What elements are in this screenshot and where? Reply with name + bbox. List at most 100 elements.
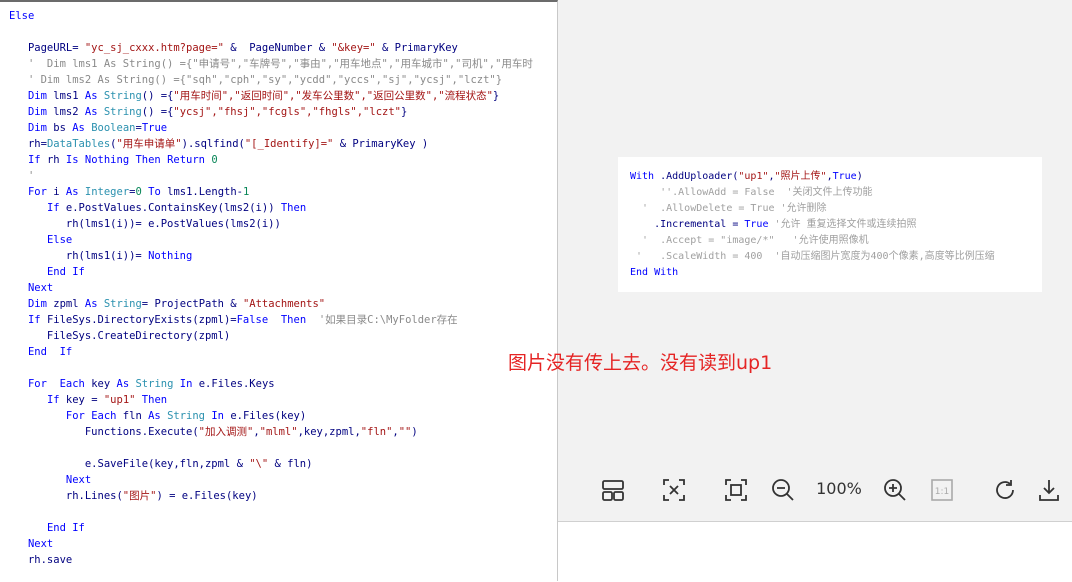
code-token: rh.save [9,554,73,566]
code-token: End If [46,266,85,278]
code-token: fln [116,410,149,422]
code-token: True [141,122,168,134]
code-line: For Each fln As String In e.Files(key) [9,408,557,424]
code-token: Each [59,378,85,390]
code-line: If rh Is Nothing Then Return 0 [9,152,557,168]
code-token: ' [9,170,35,182]
code-token: End If [27,346,73,358]
code-token: lms2 [46,106,85,118]
code-token: & PrimaryKey ) [333,138,429,150]
layout-toggle-button[interactable] [598,475,628,505]
zoom-level: 100% [816,479,862,498]
code-line: If FileSys.DirectoryExists(zpml)=False T… [9,312,557,328]
code-editor-panel: Else PageURL= "yc_sj_cxxx.htm?page=" & P… [0,0,558,581]
code-token: To [148,186,161,198]
code-token: If [27,314,41,326]
code-token: e.Files.Keys [192,378,275,390]
snippet-line: ' .Accept = "image/*" '允许使用照像机 [630,233,1042,249]
code-token: Next [65,474,92,486]
code-token: ).sqlfind( [181,138,245,150]
code-line: Dim lms1 As String() ={"用车时间","返回时间","发车… [9,88,557,104]
code-token: "up1" [103,394,136,406]
code-token: Functions.Execute( [9,426,199,438]
code-token: ,key,zpml, [297,426,361,438]
code-token: rh(lms1(i))= e.PostValues(lms2(i)) [9,218,281,230]
rotate-icon [996,480,1014,499]
code-line: End If [9,264,557,280]
code-line: End If [9,344,557,360]
code-line: If e.PostValues.ContainsKey(lms2(i)) The… [9,200,557,216]
layout-icon [602,480,624,501]
code-line: FileSys.CreateDirectory(zpml) [9,328,557,344]
code-token: Nothing [148,250,193,262]
zoom-out-button[interactable] [768,475,798,505]
code-token: ' Dim lms1 As String() ={"申请号","车牌号","事由… [9,58,533,70]
code-line: Next [9,536,557,552]
code-token: Dim [27,106,47,118]
code-token: zpml [46,298,85,310]
code-line: rh.save [9,552,557,568]
code-line: Else [9,232,557,248]
snippet-line: .Incremental = True '允许 重复选择文件或连续拍照 [630,217,1042,233]
code-token: If [46,202,60,214]
code-token: ' Dim lms2 As String() ={"sqh","cph","sy… [9,74,503,86]
snippet-line: ' .AllowDelete = True '允许删除 [630,201,1042,217]
code-token: & PageNumber & [223,42,332,54]
svg-text:1:1: 1:1 [935,487,949,497]
code-line: rh(lms1(i))= Nothing [9,248,557,264]
code-token: As [116,378,130,390]
code-token: As [84,90,98,102]
code-token: String [103,298,142,310]
snippet-code-listing: With .AddUploader("up1","照片上传",True) ''.… [630,169,1042,281]
snippet-token: '允许 重复选择文件或连续拍照 [774,219,917,230]
code-token: rh= [9,138,47,150]
code-token: key [84,378,117,390]
actual-size-button[interactable]: 1:1 [927,475,957,505]
code-token: String [135,378,174,390]
code-token: As [65,186,79,198]
code-token: If [27,154,41,166]
code-line: PageURL= "yc_sj_cxxx.htm?page=" & PageNu… [9,40,557,56]
code-token: "加入调测" [198,426,254,438]
code-token: Dim [27,90,47,102]
snippet-token: ' .ScaleWidth = 400 '自动压缩图片宽度为400个像素,高度等… [630,251,995,262]
snippet-token: "up1" [738,171,769,182]
code-token: () ={ [141,106,174,118]
rotate-button[interactable] [990,475,1020,505]
code-line: Dim lms2 As String() ={"ycsj","fhsj","fc… [9,104,557,120]
zoom-in-button[interactable] [880,475,910,505]
snippet-token: End With [630,267,679,278]
fit-window-button[interactable] [659,475,689,505]
code-token: rh [40,154,66,166]
viewer-bottom-strip [558,521,1072,582]
code-token: String [103,106,142,118]
code-line: Else [9,8,557,24]
code-snippet-image: With .AddUploader("up1","照片上传",True) ''.… [618,157,1042,292]
code-token: "用车时间","返回时间","发车公里数","返回公里数","流程状态" [173,90,493,102]
snippet-token: ) [856,171,863,182]
code-token: "mlml" [259,426,298,438]
download-button[interactable] [1034,475,1064,505]
code-line: If key = "up1" Then [9,392,557,408]
code-token: '如果目录C:\MyFolder存在 [318,314,458,326]
snippet-token: With [630,171,655,182]
fullscreen-button[interactable] [721,475,751,505]
download-icon [1039,480,1059,501]
code-token: As [84,298,98,310]
code-token: End If [46,522,85,534]
code-line: rh=DataTables("用车申请单").sqlfind("[_Identi… [9,136,557,152]
code-token: "&key=" [331,42,376,54]
code-token: "Attachments" [242,298,326,310]
